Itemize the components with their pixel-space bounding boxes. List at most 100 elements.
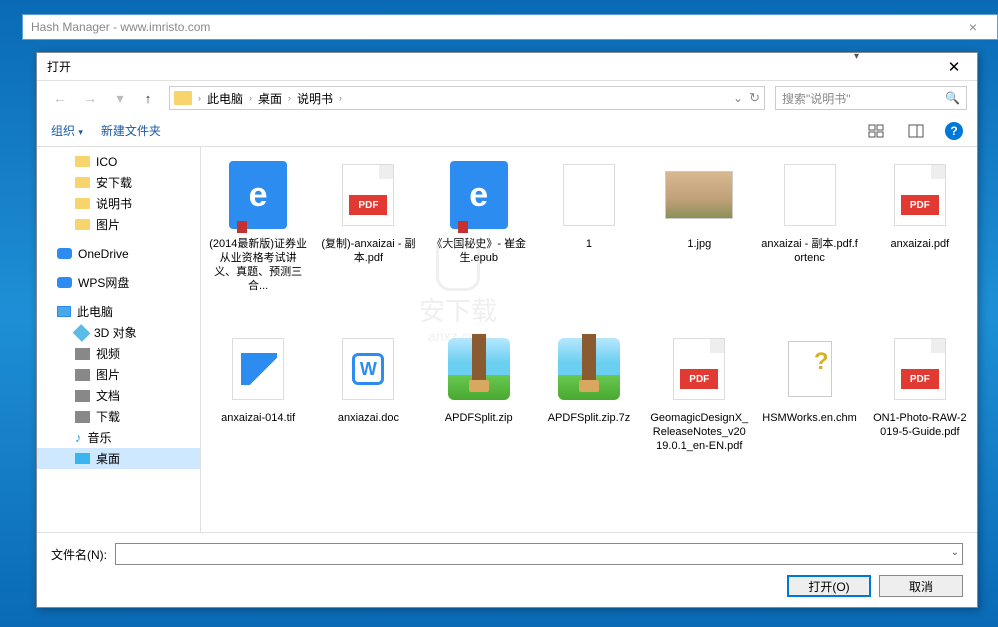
tree-item-label: 3D 对象 <box>94 324 137 341</box>
preview-pane-button[interactable] <box>905 120 927 142</box>
tree-item[interactable]: 图片 <box>37 214 200 235</box>
breadcrumb-item[interactable]: 说明书 <box>293 90 337 107</box>
tree-item-label: 此电脑 <box>77 303 113 320</box>
tree-item[interactable]: 文档 <box>37 385 200 406</box>
refresh-button[interactable]: ↻ <box>749 90 760 106</box>
nav-back-button[interactable]: ← <box>47 85 73 111</box>
blank-icon <box>563 164 615 226</box>
file-item[interactable]: PDF ON1-Photo-RAW-2019-5-Guide.pdf <box>867 329 973 499</box>
file-item[interactable]: Wanxiazai.doc <box>315 329 421 499</box>
pdf-icon: PDF <box>894 164 946 226</box>
file-item[interactable]: anxaizai - 副本.pdf.fortenc <box>756 155 862 325</box>
parent-close-button[interactable]: × <box>957 19 989 35</box>
file-thumb <box>443 333 515 405</box>
parent-window-title: Hash Manager - www.imristo.com <box>31 20 957 34</box>
tree-item-label: 下载 <box>96 408 120 425</box>
file-label: anxaizai.pdf <box>890 237 949 251</box>
tree-item[interactable]: 桌面 <box>37 448 200 469</box>
nav-forward-button[interactable]: → <box>77 85 103 111</box>
zip-icon <box>558 338 620 400</box>
file-item[interactable]: APDFSplit.zip.7z <box>536 329 642 499</box>
tree-item[interactable]: WPS网盘 <box>37 272 200 293</box>
breadcrumb-dropdown[interactable]: ⌄ <box>733 91 743 105</box>
file-item[interactable]: 1 <box>536 155 642 325</box>
doc-icon: W <box>342 338 394 400</box>
file-item[interactable]: APDFSplit.zip <box>426 329 532 499</box>
file-label: 《大国秘史》- 崔金生.epub <box>430 237 528 265</box>
file-item[interactable]: anxaizai-014.tif <box>205 329 311 499</box>
file-item[interactable]: PDF anxaizai.pdf <box>867 155 973 325</box>
cancel-button[interactable]: 取消 <box>879 575 963 597</box>
edge-icon: e <box>450 161 508 229</box>
dialog-close-button[interactable]: ✕ <box>933 54 975 80</box>
file-thumb: PDF <box>884 333 956 405</box>
toolbar: 组织 ▾ 新建文件夹 ▾ ? <box>37 115 977 147</box>
file-item[interactable]: 1.jpg <box>646 155 752 325</box>
file-label: 1 <box>586 237 592 251</box>
folder-tree[interactable]: ICO安下载说明书图片OneDriveWPS网盘此电脑3D 对象视频图片文档下载… <box>37 147 201 532</box>
file-label: anxaizai-014.tif <box>221 411 295 425</box>
file-thumb <box>553 159 625 231</box>
open-button[interactable]: 打开(O) <box>787 575 871 597</box>
breadcrumb-bar[interactable]: › 此电脑 › 桌面 › 说明书 › ⌄ ↻ <box>169 86 765 110</box>
tree-item-label: 图片 <box>96 216 120 233</box>
filename-row: 文件名(N): ⌄ <box>51 543 963 565</box>
tree-item-label: 视频 <box>96 345 120 362</box>
filename-input[interactable]: ⌄ <box>115 543 963 565</box>
nav-up-button[interactable]: ↑ <box>137 87 159 109</box>
tree-item[interactable]: ♪音乐 <box>37 427 200 448</box>
button-row: 打开(O) 取消 <box>51 575 963 597</box>
file-label: HSMWorks.en.chm <box>762 411 857 425</box>
tree-item[interactable]: 说明书 <box>37 193 200 214</box>
file-item[interactable]: e(2014最新版)证券业从业资格考试讲义、真题、预测三合... <box>205 155 311 325</box>
tif-icon <box>232 338 284 400</box>
help-button[interactable]: ? <box>945 122 963 140</box>
file-label: anxiazai.doc <box>338 411 399 425</box>
tree-item[interactable]: 3D 对象 <box>37 322 200 343</box>
search-input[interactable]: 搜索"说明书" 🔍 <box>775 86 967 110</box>
tree-item[interactable]: 安下载 <box>37 172 200 193</box>
view-mode-button[interactable]: ▾ <box>865 120 887 142</box>
chm-icon <box>788 341 832 397</box>
file-grid[interactable]: 安下载 anxz.com e(2014最新版)证券业从业资格考试讲义、真题、预测… <box>201 147 977 532</box>
folder-icon <box>75 177 90 188</box>
search-icon[interactable]: 🔍 <box>945 91 960 105</box>
img-icon <box>665 171 733 219</box>
open-dialog: 打开 ✕ ← → ▾ ↑ › 此电脑 › 桌面 › 说明书 › ⌄ ↻ 搜索"说… <box>36 52 978 608</box>
file-thumb: W <box>332 333 404 405</box>
new-folder-button[interactable]: 新建文件夹 <box>101 122 161 139</box>
dialog-body: ICO安下载说明书图片OneDriveWPS网盘此电脑3D 对象视频图片文档下载… <box>37 147 977 532</box>
nav-row: ← → ▾ ↑ › 此电脑 › 桌面 › 说明书 › ⌄ ↻ 搜索"说明书" 🔍 <box>37 81 977 115</box>
cloud-icon <box>57 277 72 288</box>
tree-item[interactable]: OneDrive <box>37 243 200 264</box>
tree-item[interactable]: 图片 <box>37 364 200 385</box>
file-label: APDFSplit.zip.7z <box>548 411 631 425</box>
breadcrumb-item[interactable]: 此电脑 <box>203 90 247 107</box>
file-item[interactable]: PDF(复制)-anxaizai - 副本.pdf <box>315 155 421 325</box>
tree-item-label: 说明书 <box>96 195 132 212</box>
tree-item[interactable]: ICO <box>37 151 200 172</box>
search-placeholder: 搜索"说明书" <box>782 90 851 107</box>
filename-dropdown-icon[interactable]: ⌄ <box>951 547 959 558</box>
tree-item-label: OneDrive <box>78 247 129 261</box>
folder-icon <box>75 198 90 209</box>
file-item[interactable]: e 《大国秘史》- 崔金生.epub <box>426 155 532 325</box>
tree-item[interactable]: 下载 <box>37 406 200 427</box>
file-label: (2014最新版)证券业从业资格考试讲义、真题、预测三合... <box>209 237 307 293</box>
file-label: 1.jpg <box>687 237 711 251</box>
file-label: GeomagicDesignX_ReleaseNotes_v2019.0.1_e… <box>650 411 748 453</box>
file-label: ON1-Photo-RAW-2019-5-Guide.pdf <box>871 411 969 439</box>
file-item[interactable]: HSMWorks.en.chm <box>756 329 862 499</box>
organize-menu[interactable]: 组织 ▾ <box>51 122 83 139</box>
file-thumb: PDF <box>332 159 404 231</box>
nav-history-dropdown[interactable]: ▾ <box>107 85 133 111</box>
music-icon: ♪ <box>75 430 82 445</box>
file-thumb <box>663 159 735 231</box>
breadcrumb-item[interactable]: 桌面 <box>254 90 286 107</box>
tree-item[interactable]: 视频 <box>37 343 200 364</box>
folder-icon <box>75 219 90 230</box>
breadcrumb-sep: › <box>288 93 291 103</box>
tree-item[interactable]: 此电脑 <box>37 301 200 322</box>
file-item[interactable]: PDFGeomagicDesignX_ReleaseNotes_v2019.0.… <box>646 329 752 499</box>
cloud-icon <box>57 248 72 259</box>
